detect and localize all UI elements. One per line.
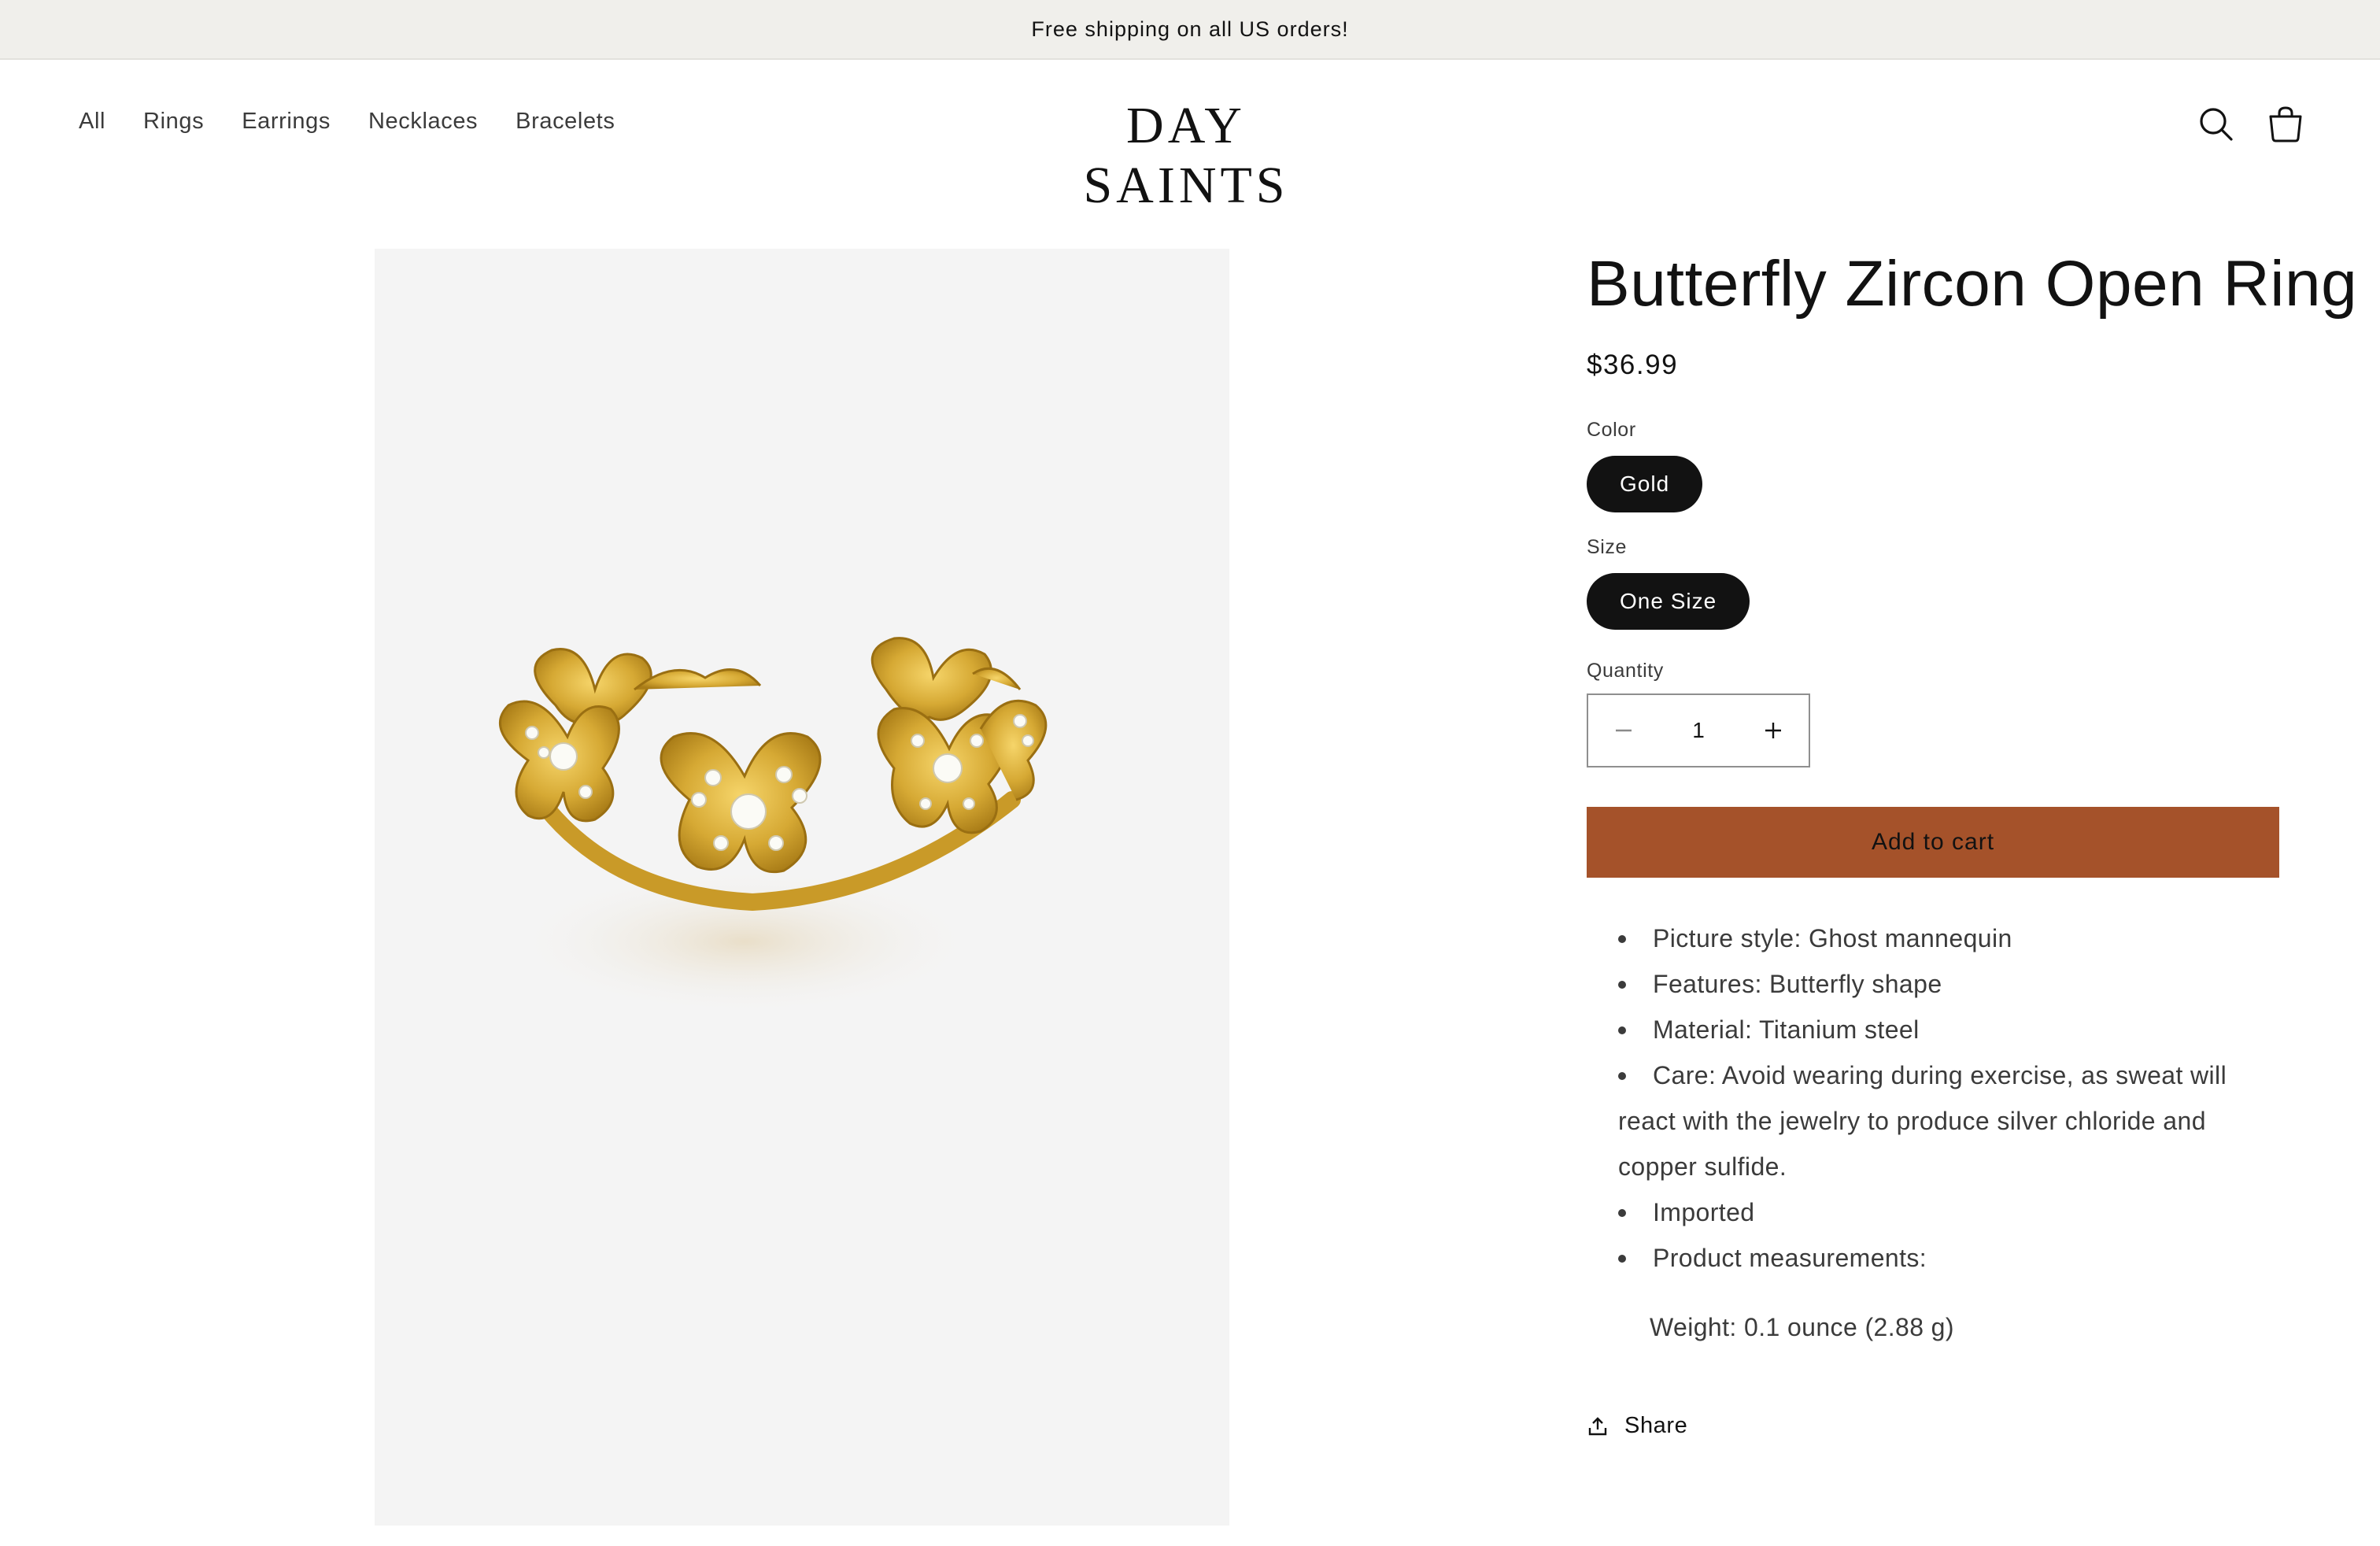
share-icon (1588, 1416, 1607, 1435)
nav-bracelets[interactable]: Bracelets (516, 109, 615, 135)
nav-all[interactable]: All (79, 109, 105, 135)
description-item: Imported (1618, 1189, 2279, 1235)
share-button[interactable]: Share (1587, 1413, 2326, 1439)
description-item: Features: Butterfly shape (1618, 961, 2279, 1007)
size-label: Size (1587, 536, 1628, 559)
description-item: Picture style: Ghost mannequin (1618, 915, 2279, 961)
product-info: Butterfly Zircon Open Ring $36.99 Color … (1587, 248, 2358, 1439)
plus-icon (1765, 723, 1781, 739)
description-item: Material: Titanium steel (1618, 1007, 2279, 1052)
quantity-decrease-button[interactable] (1588, 695, 1659, 766)
color-label: Color (1587, 419, 1636, 442)
cart-icon[interactable] (2264, 102, 2308, 146)
butterfly-ring-image (499, 637, 1048, 1016)
description-item: Care: Avoid wearing during exercise, as … (1618, 1061, 2227, 1182)
announcement-bar: Free shipping on all US orders! (0, 0, 2380, 60)
share-label: Share (1624, 1413, 1688, 1439)
nav-earrings[interactable]: Earrings (242, 109, 331, 135)
announcement-text: Free shipping on all US orders! (1031, 17, 1349, 41)
size-option-one-size[interactable]: One Size (1587, 573, 1750, 631)
product-description: Picture style: Ghost mannequin Features:… (1587, 915, 2279, 1350)
search-icon[interactable] (2194, 102, 2238, 146)
product-weight: Weight: 0.1 ounce (2.88 g) (1650, 1313, 1954, 1342)
quantity-label: Quantity (1587, 660, 1664, 682)
nav-rings[interactable]: Rings (143, 109, 204, 135)
quantity-input[interactable]: 1 (1667, 718, 1730, 743)
product-price: $36.99 (1587, 350, 1679, 381)
store-logo[interactable]: DAY SAINTS (1033, 96, 1340, 216)
description-item: Product measurements: (1618, 1235, 2279, 1281)
minus-icon (1616, 729, 1632, 732)
main-nav: All Rings Earrings Necklaces Bracelets (79, 109, 652, 135)
quantity-increase-button[interactable] (1738, 695, 1809, 766)
color-option-gold[interactable]: Gold (1587, 456, 1703, 513)
quantity-stepper: 1 (1587, 693, 1810, 768)
add-to-cart-button[interactable]: Add to cart (1587, 807, 2279, 878)
product-title: Butterfly Zircon Open Ring (1587, 248, 2358, 320)
nav-necklaces[interactable]: Necklaces (368, 109, 478, 135)
site-header: All Rings Earrings Necklaces Bracelets D… (0, 60, 2380, 214)
product-image[interactable] (375, 249, 1229, 1526)
